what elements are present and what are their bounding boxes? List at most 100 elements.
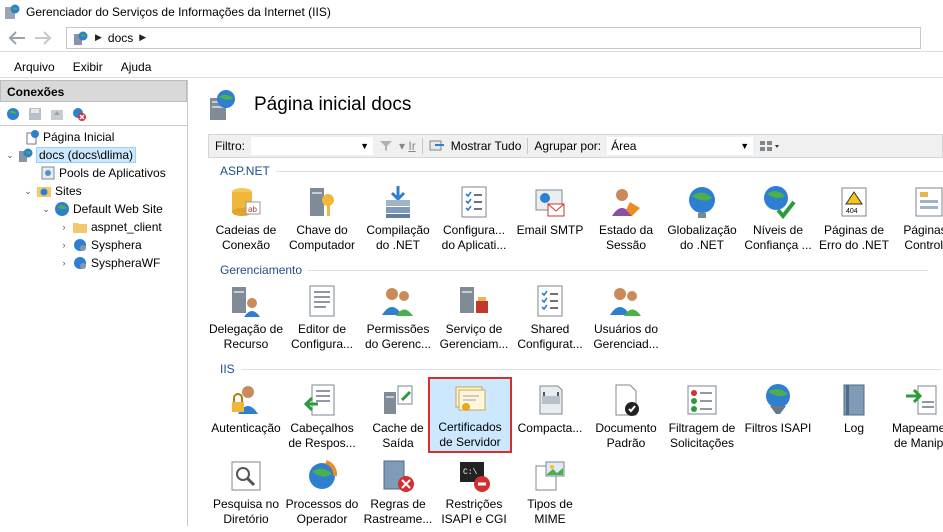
feature-feature-delegation[interactable]: Delegação de Recurso xyxy=(208,281,284,357)
home-page-icon xyxy=(26,130,39,145)
tree-item-home[interactable]: Página Inicial xyxy=(0,128,187,146)
show-all-button[interactable]: Mostrar Tudo xyxy=(451,139,522,153)
feature-output-caching[interactable]: Cache de Saída xyxy=(360,380,436,456)
worker-processes-icon xyxy=(309,460,338,489)
pages-controls-icon xyxy=(915,187,943,217)
feature-mime-types[interactable]: Tipos de MIME xyxy=(512,456,588,532)
connect-button[interactable] xyxy=(4,105,22,123)
address-field[interactable]: ▶ docs ▶ xyxy=(66,26,921,49)
logging-book-icon xyxy=(843,384,865,416)
feature-net-error-pages[interactable]: 404 Páginas de Erro do .NET xyxy=(816,182,892,258)
feature-smtp-email[interactable]: Email SMTP xyxy=(512,182,588,258)
error-pages-icon: 404 xyxy=(841,187,867,217)
feature-session-state[interactable]: Estado da Sessão xyxy=(588,182,664,258)
server-certificates-icon xyxy=(455,386,486,411)
expand-icon[interactable]: › xyxy=(58,240,70,250)
server-icon xyxy=(19,148,33,162)
feature-manager-permissions[interactable]: Permissões do Gerenc... xyxy=(360,281,436,357)
delete-connection-button[interactable] xyxy=(70,105,88,123)
features-pane: Página inicial docs Filtro: ▼ ▾ Ir Mostr… xyxy=(194,80,943,526)
handler-mappings-icon xyxy=(906,385,937,415)
view-icon[interactable] xyxy=(759,139,781,153)
delete-connection-icon xyxy=(73,107,86,121)
feature-handler-mappings[interactable]: Mapeamen de Manipu xyxy=(884,380,943,456)
svg-text:C:\: C:\ xyxy=(463,468,478,477)
expand-icon[interactable]: › xyxy=(58,258,70,268)
feature-manager-users[interactable]: Usuários do Gerenciad... xyxy=(588,281,664,357)
filter-input[interactable]: ▼ xyxy=(251,137,373,155)
trust-levels-icon xyxy=(764,186,796,220)
tree-item-sites[interactable]: ⌄ Sites xyxy=(0,182,187,200)
permissions-users-icon xyxy=(382,288,413,316)
back-button[interactable] xyxy=(4,27,30,49)
feature-http-response-headers[interactable]: Cabeçalhos de Respos... xyxy=(284,380,360,456)
save-connections-button[interactable] xyxy=(26,105,44,123)
save-icon xyxy=(29,107,41,120)
forward-button[interactable] xyxy=(30,27,56,49)
feature-net-compilation[interactable]: Compilação do .NET xyxy=(360,182,436,258)
config-editor-icon xyxy=(309,285,335,317)
feature-connection-strings[interactable]: ab Cadeias de Conexão xyxy=(208,182,284,258)
menu-arquivo[interactable]: Arquivo xyxy=(14,60,55,74)
machine-key-icon xyxy=(310,188,334,216)
feature-logging[interactable]: Log xyxy=(816,380,892,456)
tree-item-aspnet-client[interactable]: › aspnet_client xyxy=(0,218,187,236)
feature-trust-levels[interactable]: Níveis de Confiança ... xyxy=(740,182,816,258)
filter-funnel-icon xyxy=(380,141,392,151)
feature-isapi-cgi-restrictions[interactable]: C:\ Restrições ISAPI e CGI xyxy=(436,456,512,532)
management-service-icon xyxy=(460,287,488,313)
feature-compression[interactable]: Compacta... xyxy=(512,380,588,456)
dropdown-arrow-icon[interactable]: ▼ xyxy=(360,141,369,151)
collapse-icon[interactable]: ⌄ xyxy=(40,204,52,215)
collapse-icon[interactable]: ⌄ xyxy=(4,150,16,161)
group-by-select[interactable]: Área ▼ xyxy=(607,137,754,155)
default-document-icon xyxy=(615,384,639,416)
feature-shared-configuration[interactable]: Shared Configurat... xyxy=(512,281,588,357)
response-headers-icon xyxy=(304,384,335,416)
feature-configuration-editor[interactable]: Editor de Configura... xyxy=(284,281,360,357)
feature-net-globalization[interactable]: Globalização do .NET xyxy=(664,182,740,258)
feature-request-filtering[interactable]: Filtragem de Solicitações xyxy=(664,380,740,456)
crumb-separator[interactable]: ▶ xyxy=(139,32,146,43)
up-button[interactable] xyxy=(48,105,66,123)
expand-icon[interactable]: › xyxy=(58,222,70,232)
connections-header: Conexões xyxy=(0,80,187,102)
feature-server-certificates[interactable]: Certificados de Servidor xyxy=(428,377,512,453)
group-aspnet: ASP.NET xyxy=(220,164,943,178)
tree-item-sysphera[interactable]: › Sysphera xyxy=(0,236,187,254)
group-iis: IIS xyxy=(220,362,941,376)
feature-worker-processes[interactable]: Processos do Operador xyxy=(284,456,360,532)
tree-item-server[interactable]: ⌄ docs (docs\dlima) xyxy=(0,146,187,164)
tree-item-app-pools[interactable]: Pools de Aplicativos xyxy=(0,164,187,182)
go-button[interactable]: ▾ Ir xyxy=(399,139,416,153)
feature-failed-request-tracing[interactable]: Regras de Rastreame... xyxy=(360,456,436,532)
output-cache-icon xyxy=(384,385,413,414)
authentication-icon xyxy=(232,386,258,414)
menu-ajuda[interactable]: Ajuda xyxy=(121,60,152,74)
title-bar: Gerenciador do Serviços de Informações d… xyxy=(0,0,943,24)
feature-authentication[interactable]: Autenticação xyxy=(208,380,284,456)
menu-exibir[interactable]: Exibir xyxy=(73,60,103,74)
tracing-rules-icon xyxy=(383,460,414,492)
folder-icon xyxy=(73,223,87,233)
dropdown-arrow-icon[interactable]: ▼ xyxy=(740,141,749,151)
connect-globe-icon xyxy=(7,107,19,120)
filter-bar: Filtro: ▼ ▾ Ir Mostrar Tudo Agrupar por:… xyxy=(208,134,943,158)
feature-isapi-filters[interactable]: Filtros ISAPI xyxy=(740,380,816,456)
tree-item-syspherawf[interactable]: › SyspheraWF xyxy=(0,254,187,272)
feature-app-settings[interactable]: Configura... do Aplicati... xyxy=(436,182,512,258)
compression-icon xyxy=(539,385,563,415)
feature-default-document[interactable]: Documento Padrão xyxy=(588,380,664,456)
crumb-separator[interactable]: ▶ xyxy=(95,32,102,43)
filter-label: Filtro: xyxy=(215,139,245,153)
collapse-icon[interactable]: ⌄ xyxy=(22,186,34,197)
feature-pages-controls[interactable]: Páginas e Controles xyxy=(892,182,943,258)
tree-item-default-web-site[interactable]: ⌄ Default Web Site xyxy=(0,200,187,218)
feature-machine-key[interactable]: Chave do Computador xyxy=(284,182,360,258)
feature-management-service[interactable]: Serviço de Gerenciam... xyxy=(436,281,512,357)
feature-directory-browsing[interactable]: Pesquisa no Diretório xyxy=(208,456,284,532)
shared-config-icon xyxy=(537,285,563,317)
crumb-docs[interactable]: docs xyxy=(108,31,133,45)
request-filtering-icon xyxy=(687,385,717,415)
group-management: Gerenciamento xyxy=(220,263,929,277)
